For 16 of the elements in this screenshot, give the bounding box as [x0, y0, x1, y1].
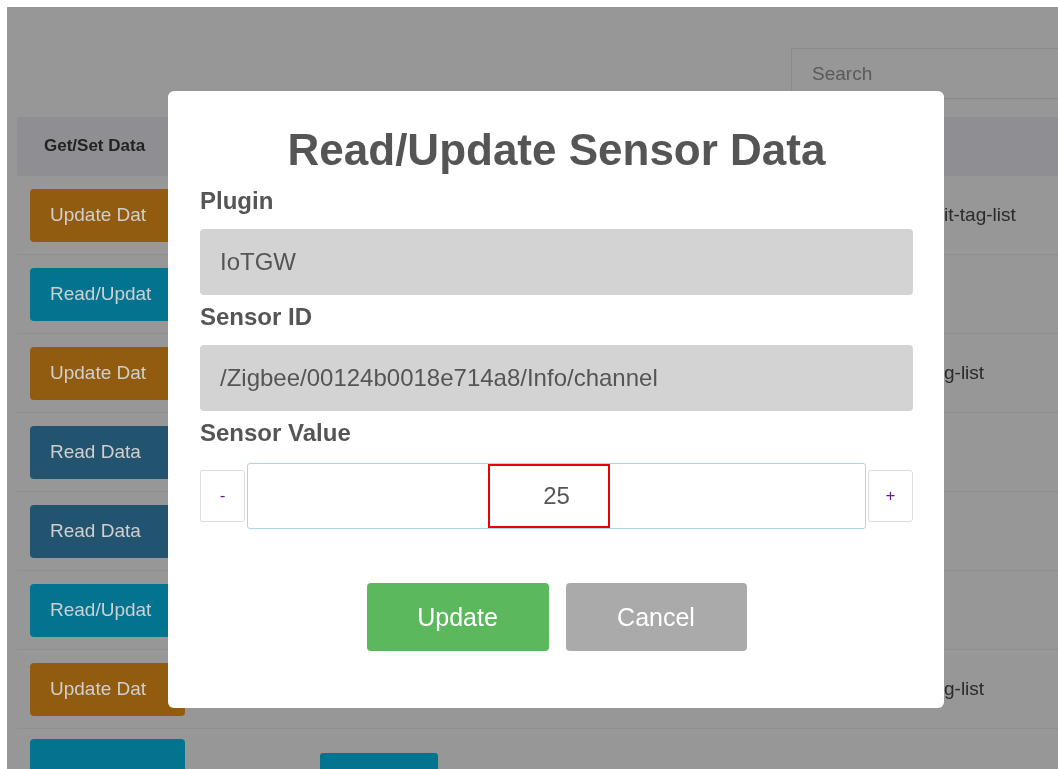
search-field[interactable]: Search: [791, 48, 1058, 99]
field-label: Sensor Value: [200, 419, 351, 447]
dialog-title: Read/Update Sensor Data: [287, 125, 826, 175]
row-action-button[interactable]: [30, 739, 185, 769]
sensor-value-field[interactable]: 25: [247, 463, 866, 529]
sensor-id-field[interactable]: /Zigbee/00124b0018e714a8/Info/channel: [200, 345, 913, 411]
table-cell: g-list: [944, 362, 985, 384]
decrement-button[interactable]: -: [200, 470, 245, 522]
table-cell: g-list: [944, 678, 985, 700]
field-label: Sensor ID: [200, 303, 313, 331]
plugin-field[interactable]: IoTGW: [200, 229, 913, 295]
column-header: Get/Set Data: [44, 136, 146, 156]
increment-button[interactable]: +: [868, 470, 913, 522]
field-label: Plugin: [200, 187, 274, 215]
table-cell: it-tag-list: [944, 204, 1016, 226]
row-action-button[interactable]: Update Dat: [30, 662, 185, 716]
